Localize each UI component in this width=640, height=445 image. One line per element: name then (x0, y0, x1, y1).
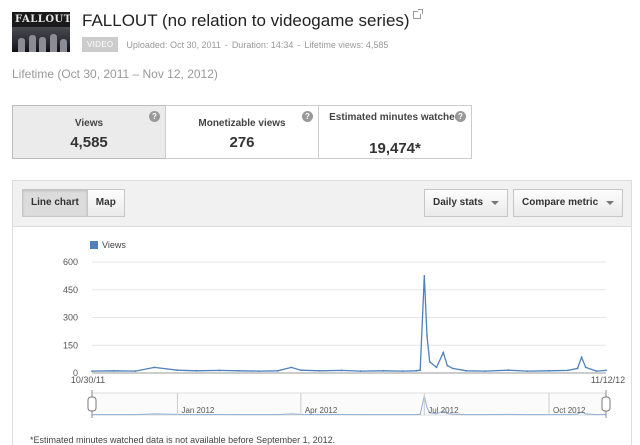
data-point (465, 369, 468, 372)
data-point (428, 361, 431, 363)
data-point (340, 369, 343, 372)
data-point (176, 369, 179, 372)
data-point (290, 366, 293, 369)
data-point (112, 369, 115, 372)
y-tick-label: 150 (63, 340, 78, 350)
data-point (576, 367, 579, 370)
y-tick-label: 300 (63, 313, 78, 323)
data-point (605, 369, 607, 372)
navigator-handle[interactable] (601, 396, 611, 412)
data-point (257, 370, 260, 372)
navigator-date-label: Oct 2012 (553, 406, 586, 415)
data-point (401, 370, 404, 372)
data-point (237, 369, 240, 372)
views-line-chart: 6004503001500 10/30/11 11/12/12 Jan 2012 A… (63, 257, 625, 418)
data-point (218, 369, 221, 372)
data-point (382, 369, 385, 372)
navigator-track (91, 392, 607, 416)
data-point (91, 370, 93, 372)
chart-grid (92, 261, 606, 374)
data-point (484, 370, 487, 372)
data-point (442, 351, 445, 354)
data-point (595, 370, 598, 372)
data-point (359, 370, 362, 372)
data-point (318, 369, 321, 372)
data-point (584, 366, 587, 369)
data-point (423, 275, 426, 277)
range-navigator: Jan 2012 Apr 2012 Jul 2012 Oct 2012 (87, 390, 611, 418)
navigator-date-label: Apr 2012 (305, 406, 338, 415)
y-tick-label: 450 (63, 285, 78, 295)
data-point (300, 369, 302, 372)
data-point (567, 369, 569, 372)
data-point (276, 369, 279, 372)
x-axis-labels: 10/30/11 11/12/12 (71, 375, 625, 385)
navigator-date-label: Jul 2012 (428, 406, 459, 415)
data-point (435, 366, 438, 369)
x-start-label: 10/30/11 (71, 375, 105, 385)
data-point (134, 370, 137, 372)
y-axis-ticks: 6004503001500 (63, 257, 78, 378)
data-point (415, 369, 417, 372)
data-point (507, 369, 510, 372)
data-point (548, 369, 550, 372)
data-point (446, 364, 449, 367)
data-point (451, 367, 454, 370)
footnote: *Estimated minutes watched data is not a… (30, 435, 336, 445)
y-tick-label: 600 (63, 257, 78, 267)
data-point (580, 356, 583, 359)
x-end-label: 11/12/12 (591, 375, 625, 385)
navigator-date-label: Jan 2012 (181, 406, 214, 415)
data-point (195, 369, 198, 372)
data-point (526, 370, 529, 372)
navigator-handle[interactable] (87, 396, 97, 412)
data-point (419, 369, 422, 372)
data-point (153, 366, 156, 369)
data-point (426, 335, 428, 337)
